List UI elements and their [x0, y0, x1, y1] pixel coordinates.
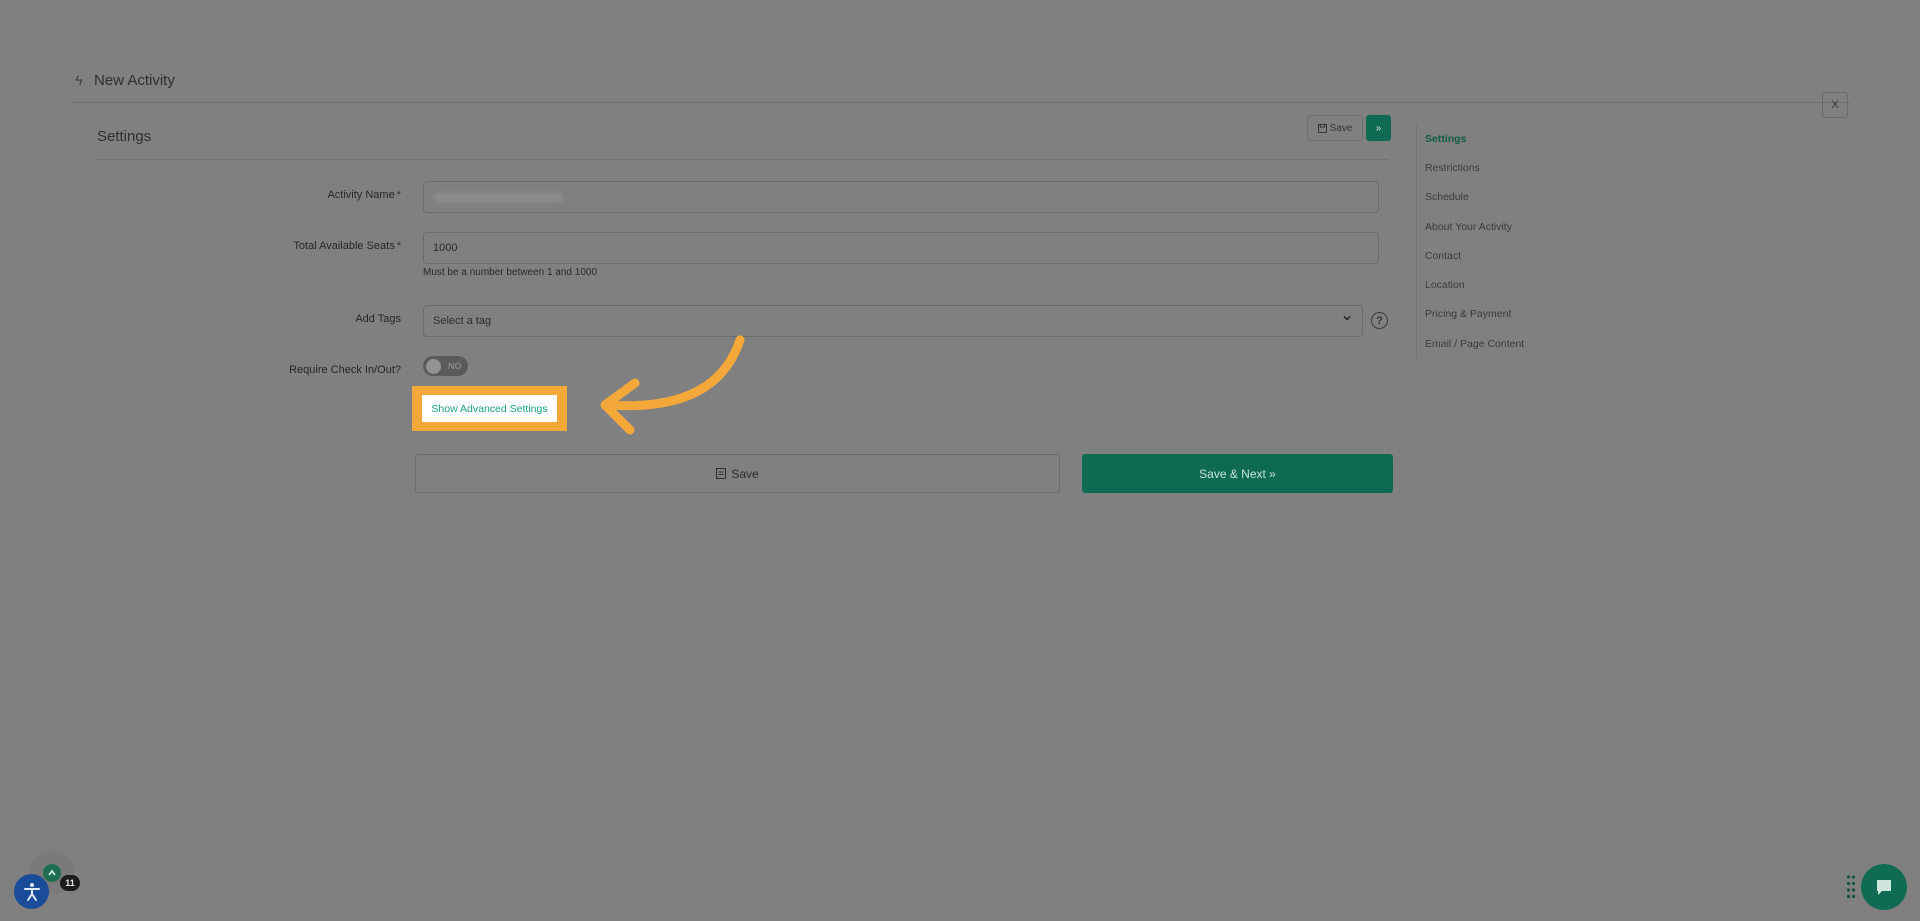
- page-title: New Activity: [94, 71, 175, 89]
- top-save-label: Save: [1329, 122, 1353, 134]
- curved-arrow-icon: [600, 335, 745, 435]
- tags-select[interactable]: Select a tag: [423, 305, 1363, 337]
- checkin-label: Require Check In/Out?: [289, 364, 401, 376]
- section-title: Settings: [97, 128, 152, 145]
- close-button[interactable]: X: [1822, 92, 1848, 118]
- save-and-next-button[interactable]: Save & Next »: [1082, 454, 1393, 493]
- tags-label: Add Tags: [355, 313, 401, 325]
- floppy-icon: [716, 468, 727, 479]
- side-nav-item-location[interactable]: Location: [1425, 270, 1596, 299]
- redacted-value: [433, 192, 563, 202]
- required-mark: *: [396, 240, 401, 252]
- section-divider: [97, 159, 1389, 160]
- side-nav-item-contact[interactable]: Contact: [1425, 241, 1596, 270]
- toggle-knob: [426, 358, 441, 374]
- activity-name-label: Activity Name *: [101, 189, 401, 201]
- top-save-button[interactable]: Save: [1307, 115, 1363, 141]
- accessibility-icon: [23, 882, 40, 901]
- side-nav-item-pricing[interactable]: Pricing & Payment: [1425, 300, 1596, 329]
- side-nav-item-email[interactable]: Email / Page Content: [1425, 329, 1596, 358]
- drag-handle-icon[interactable]: [1846, 874, 1856, 900]
- seats-helper-text: Must be a number between 1 and 1000: [423, 267, 598, 278]
- bell-icon: [43, 864, 61, 882]
- side-nav-item-restrictions[interactable]: Restrictions: [1425, 153, 1596, 182]
- toggle-state: NO: [448, 361, 462, 371]
- seats-label: Total Available Seats *: [101, 240, 401, 252]
- save-label: Save: [731, 466, 759, 481]
- chevron-down-icon: [1342, 313, 1352, 326]
- floppy-icon: [1317, 123, 1327, 133]
- tags-placeholder: Select a tag: [433, 315, 492, 327]
- save-button[interactable]: Save: [415, 454, 1060, 493]
- page-header: ϟ New Activity: [72, 68, 175, 92]
- side-nav-item-schedule[interactable]: Schedule: [1425, 183, 1596, 212]
- question-circle-icon[interactable]: ?: [1371, 312, 1388, 329]
- chat-button[interactable]: [1861, 864, 1907, 910]
- side-nav-item-settings[interactable]: Settings: [1425, 124, 1596, 153]
- highlight-frame: Show Advanced Settings: [412, 386, 567, 431]
- required-mark: *: [396, 189, 401, 201]
- activity-name-field[interactable]: [423, 181, 1379, 213]
- accessibility-button[interactable]: [14, 874, 49, 909]
- side-nav-item-about[interactable]: About Your Activity: [1425, 212, 1596, 241]
- chat-bubble-icon: [1877, 880, 1891, 895]
- notification-count-badge: 11: [60, 875, 80, 891]
- show-advanced-settings-link[interactable]: Show Advanced Settings: [422, 395, 557, 422]
- side-nav: Settings Restrictions Schedule About You…: [1416, 124, 1596, 359]
- checkin-toggle[interactable]: NO: [423, 356, 468, 376]
- bolt-icon: ϟ: [75, 72, 83, 88]
- seats-field[interactable]: 1000: [423, 232, 1379, 264]
- header-divider: [72, 102, 1850, 103]
- activity-name-label-text: Activity Name: [327, 189, 395, 201]
- top-next-button[interactable]: »: [1366, 115, 1391, 141]
- seats-label-text: Total Available Seats: [293, 240, 395, 252]
- seats-value: 1000: [433, 242, 458, 254]
